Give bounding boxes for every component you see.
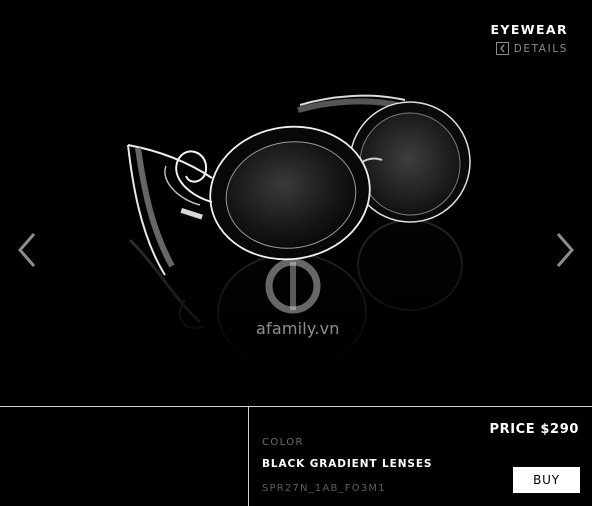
product-info-bar: COLOR BLACK GRADIENT LENSES SPR27N_1AB_F…	[0, 406, 592, 506]
details-link[interactable]: DETAILS	[495, 42, 568, 55]
sunglasses-image	[127, 94, 471, 371]
watermark-text: afamily.vn	[256, 319, 340, 338]
product-price: PRICE $290	[489, 422, 579, 437]
details-label: DETAILS	[513, 42, 568, 55]
category-title: EYEWEAR	[490, 22, 568, 37]
previous-arrow-button[interactable]	[14, 228, 40, 272]
next-arrow-button[interactable]	[552, 228, 578, 272]
color-label: COLOR	[262, 437, 304, 448]
product-sku: SPR27N_1AB_FO3M1	[262, 483, 386, 494]
buy-button[interactable]: BUY	[513, 467, 580, 493]
chevron-left-icon	[18, 233, 36, 267]
chevron-right-icon	[556, 233, 574, 267]
divider-horizontal	[0, 406, 592, 407]
divider-vertical	[248, 406, 249, 506]
chevron-left-icon	[495, 42, 509, 55]
afamily-logo-watermark	[265, 258, 321, 314]
color-value: BLACK GRADIENT LENSES	[262, 458, 433, 470]
product-gallery: afamily.vn EYEWEAR DETAILS	[0, 0, 592, 406]
